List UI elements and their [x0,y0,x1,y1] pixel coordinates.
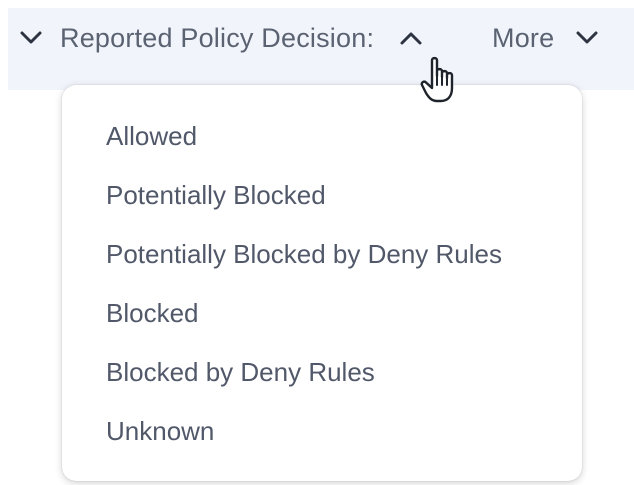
chevron-down-icon[interactable] [20,31,42,45]
reported-policy-decision-filter[interactable]: Reported Policy Decision: [20,20,422,56]
chevron-up-icon[interactable] [400,31,422,45]
filter-label: Reported Policy Decision: [60,22,375,53]
option-potentially-blocked[interactable]: Potentially Blocked [62,170,582,229]
option-unknown[interactable]: Unknown [62,406,582,465]
more-filters-button[interactable]: More [492,20,598,56]
policy-decision-dropdown: Allowed Potentially Blocked Potentially … [62,85,582,481]
more-label: More [492,22,555,53]
option-blocked-by-deny-rules[interactable]: Blocked by Deny Rules [62,347,582,406]
chevron-down-icon [576,31,598,45]
option-allowed[interactable]: Allowed [62,111,582,170]
page: Reported Policy Decision: More Allowed P… [0,0,634,485]
option-potentially-blocked-by-deny-rules[interactable]: Potentially Blocked by Deny Rules [62,229,582,288]
option-blocked[interactable]: Blocked [62,288,582,347]
